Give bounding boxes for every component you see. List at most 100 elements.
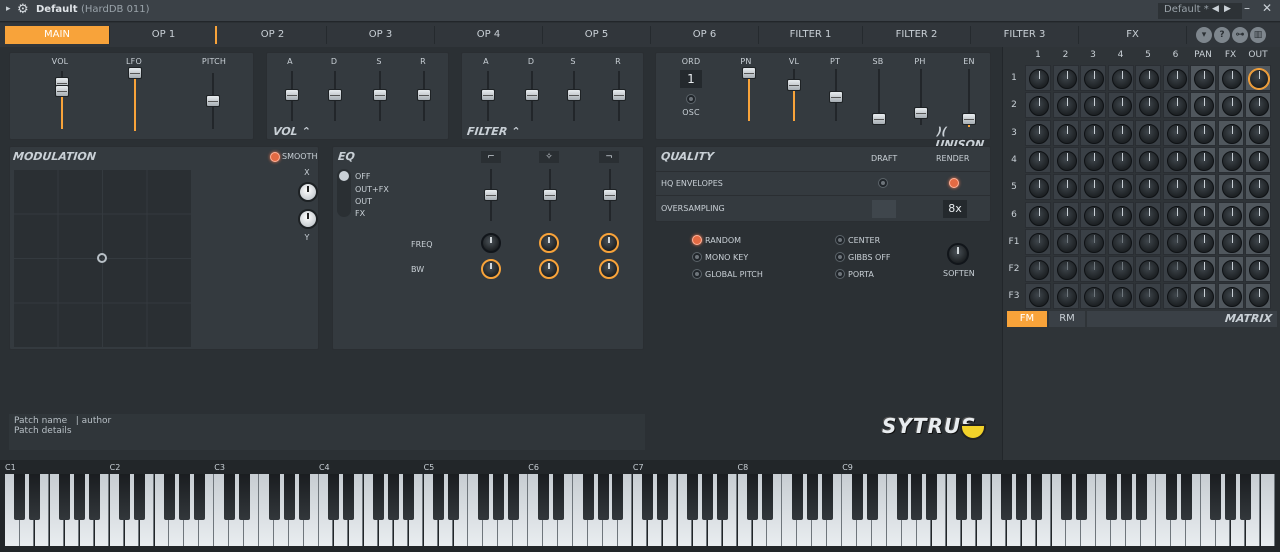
matrix-cell[interactable]: [1162, 119, 1189, 146]
matrix-knob[interactable]: [1166, 205, 1187, 226]
matrix-knob[interactable]: [1194, 205, 1214, 226]
matrix-knob[interactable]: [1056, 205, 1077, 226]
matrix-knob[interactable]: [1194, 260, 1214, 281]
matrix-knob[interactable]: [1194, 287, 1214, 308]
matrix-knob[interactable]: [1084, 69, 1104, 89]
matrix-knob[interactable]: [1084, 178, 1104, 199]
matrix-knob[interactable]: [1221, 205, 1242, 226]
matrix-cell[interactable]: [1025, 174, 1051, 201]
black-key[interactable]: [702, 474, 714, 520]
matrix-knob[interactable]: [1166, 232, 1187, 253]
matrix-knob[interactable]: [1221, 96, 1242, 117]
matrix-knob[interactable]: [1139, 260, 1159, 281]
matrix-knob[interactable]: [1249, 232, 1269, 253]
porta-toggle[interactable]: [835, 269, 845, 279]
black-key[interactable]: [747, 474, 758, 520]
bw-knob-3[interactable]: [599, 259, 619, 279]
matrix-knob[interactable]: [1111, 232, 1132, 253]
help-icon[interactable]: ?: [1214, 27, 1230, 43]
matrix-cell[interactable]: [1162, 92, 1189, 119]
next-preset-icon[interactable]: ▶: [1224, 4, 1231, 14]
matrix-knob[interactable]: [1056, 232, 1077, 253]
highshelf-icon[interactable]: ¬: [599, 151, 619, 163]
link-icon[interactable]: ⊶: [1232, 27, 1248, 43]
freq-knob-3[interactable]: [599, 233, 619, 253]
bw-knob-2[interactable]: [539, 259, 559, 279]
black-key[interactable]: [448, 474, 459, 520]
matrix-knob[interactable]: [1029, 178, 1049, 199]
smooth-toggle[interactable]: [270, 152, 280, 162]
matrix-cell[interactable]: [1025, 92, 1051, 119]
fm-tab[interactable]: FM: [1007, 311, 1047, 327]
matrix-knob[interactable]: [1056, 260, 1077, 281]
black-key[interactable]: [1075, 474, 1087, 520]
matrix-knob[interactable]: [1194, 69, 1214, 89]
global-pitch-toggle[interactable]: [692, 269, 702, 279]
matrix-cell[interactable]: [1190, 283, 1216, 310]
matrix-knob[interactable]: [1166, 96, 1187, 117]
black-key[interactable]: [896, 474, 908, 520]
matrix-cell[interactable]: [1107, 256, 1134, 283]
black-key[interactable]: [119, 474, 131, 520]
tab-filter2[interactable]: FILTER 2: [863, 26, 971, 44]
black-key[interactable]: [388, 474, 400, 520]
matrix-knob[interactable]: [1221, 260, 1242, 281]
matrix-cell[interactable]: [1245, 256, 1271, 283]
black-key[interactable]: [717, 474, 729, 520]
black-key[interactable]: [1060, 474, 1072, 520]
prev-preset-icon[interactable]: ◀: [1212, 4, 1219, 14]
arrow-right-icon[interactable]: ▸: [6, 4, 11, 14]
matrix-knob[interactable]: [1111, 178, 1132, 199]
flt-s-slider[interactable]: [567, 89, 581, 101]
matrix-knob[interactable]: [1194, 232, 1214, 253]
matrix-cell[interactable]: [1217, 174, 1244, 201]
matrix-cell[interactable]: [1080, 201, 1106, 228]
black-key[interactable]: [552, 474, 564, 520]
black-key[interactable]: [612, 474, 624, 520]
matrix-knob[interactable]: [1139, 205, 1159, 226]
black-key[interactable]: [537, 474, 549, 520]
matrix-cell[interactable]: [1245, 119, 1271, 146]
matrix-knob[interactable]: [1194, 96, 1214, 117]
matrix-cell[interactable]: [1162, 283, 1189, 310]
flt-r-slider[interactable]: [612, 89, 626, 101]
matrix-cell[interactable]: [1217, 283, 1244, 310]
freq-knob-2[interactable]: [539, 233, 559, 253]
matrix-cell[interactable]: [1052, 92, 1079, 119]
matrix-knob[interactable]: [1029, 205, 1049, 226]
black-key[interactable]: [1120, 474, 1132, 520]
matrix-knob[interactable]: [1029, 96, 1049, 117]
matrix-cell[interactable]: [1162, 65, 1189, 91]
matrix-knob[interactable]: [1111, 96, 1132, 117]
vl-slider[interactable]: [787, 79, 801, 91]
tab-op1[interactable]: OP 1: [112, 26, 217, 44]
matrix-knob[interactable]: [1221, 69, 1242, 89]
tab-op3[interactable]: OP 3: [327, 26, 435, 44]
matrix-cell[interactable]: [1080, 119, 1106, 146]
matrix-knob[interactable]: [1139, 69, 1159, 89]
matrix-cell[interactable]: [1190, 228, 1216, 255]
matrix-knob[interactable]: [1221, 287, 1242, 308]
matrix-cell[interactable]: [1135, 65, 1161, 91]
black-key[interactable]: [238, 474, 250, 520]
matrix-knob[interactable]: [1111, 69, 1132, 89]
matrix-cell[interactable]: [1080, 65, 1106, 91]
dropdown-icon[interactable]: ▾: [1196, 27, 1212, 43]
matrix-knob[interactable]: [1084, 96, 1104, 117]
patch-details-field[interactable]: Patch details: [14, 426, 72, 436]
vol-s-slider[interactable]: [373, 89, 387, 101]
matrix-cell[interactable]: [1025, 201, 1051, 228]
oversampling-draft-box[interactable]: [872, 200, 896, 218]
black-key[interactable]: [657, 474, 669, 520]
black-key[interactable]: [642, 474, 654, 520]
matrix-cell[interactable]: [1052, 146, 1079, 173]
matrix-cell[interactable]: [1107, 283, 1134, 310]
black-key[interactable]: [477, 474, 489, 520]
black-key[interactable]: [163, 474, 175, 520]
matrix-knob[interactable]: [1111, 123, 1132, 144]
matrix-cell[interactable]: [1217, 256, 1244, 283]
matrix-cell[interactable]: [1080, 256, 1106, 283]
lowshelf-icon[interactable]: ⌐: [481, 151, 501, 163]
black-key[interactable]: [134, 474, 146, 520]
matrix-knob[interactable]: [1249, 69, 1269, 89]
